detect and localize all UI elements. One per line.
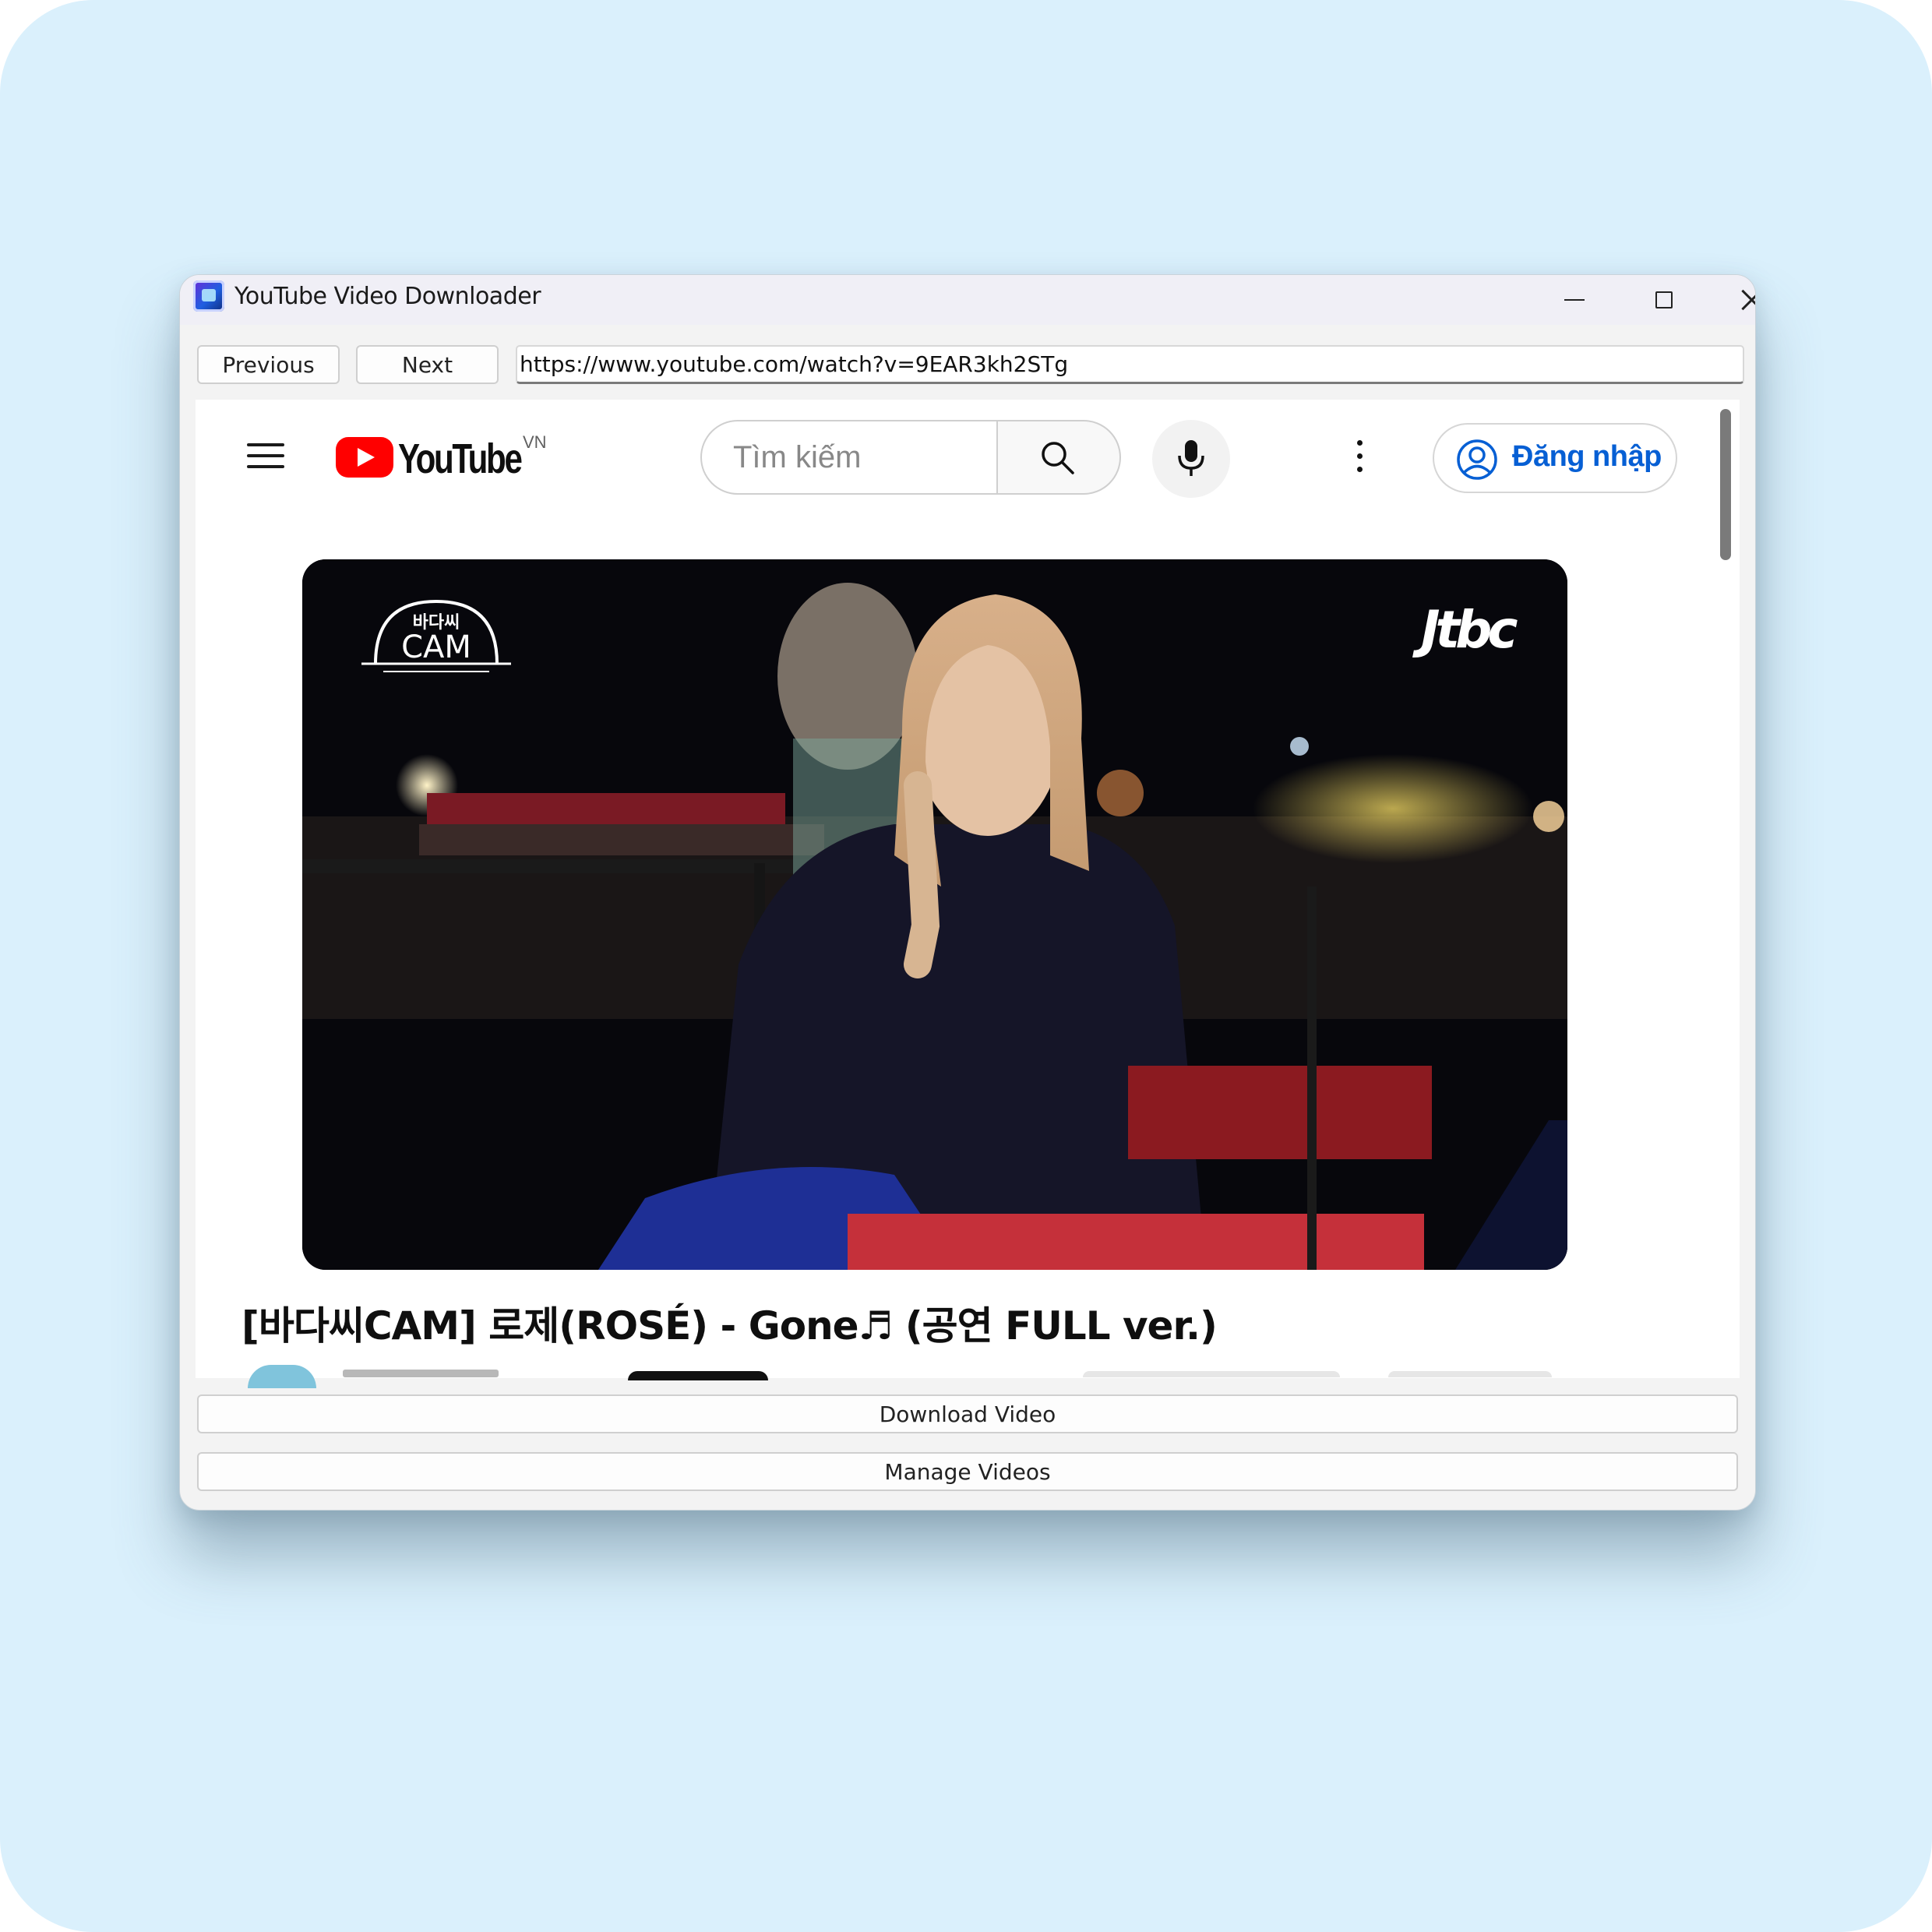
next-button[interactable]: Next [356, 345, 499, 384]
search-placeholder: Tìm kiếm [733, 440, 862, 474]
channel-name-partial [343, 1370, 499, 1377]
close-button[interactable] [1708, 275, 1755, 325]
sign-in-button[interactable]: Đăng nhập [1433, 423, 1677, 493]
url-input[interactable] [516, 345, 1744, 384]
channel-avatar[interactable] [248, 1365, 316, 1388]
share-actions-partial[interactable] [1388, 1371, 1552, 1377]
maximize-icon [1655, 291, 1673, 308]
search-button[interactable] [996, 420, 1121, 495]
manage-videos-button[interactable]: Manage Videos [197, 1452, 1738, 1491]
window-title: YouTube Video Downloader [234, 283, 541, 310]
minimize-button[interactable] [1532, 275, 1617, 325]
previous-button[interactable]: Previous [197, 345, 340, 384]
country-code: VN [523, 432, 547, 452]
maximize-button[interactable] [1621, 275, 1707, 325]
more-vertical-icon[interactable] [1355, 440, 1364, 474]
app-icon [193, 280, 224, 312]
minimize-icon [1564, 299, 1585, 301]
subscribe-button-partial[interactable] [628, 1371, 768, 1380]
video-title[interactable]: [바다씨CAM] 로제(ROSÉ) - Gone♬ (공연 FULL ver.) [242, 1295, 1218, 1351]
cam-channel-logo: 바다씨 CAM [361, 599, 511, 672]
like-actions-partial[interactable] [1083, 1371, 1340, 1377]
title-bar[interactable]: YouTube Video Downloader [180, 275, 1755, 325]
close-icon [1740, 288, 1755, 312]
jtbc-logo: Jtbc [1421, 600, 1518, 660]
svg-text:CAM: CAM [401, 629, 471, 665]
scrollbar-track[interactable] [1710, 400, 1740, 1378]
video-player[interactable]: 바다씨 CAM Jtbc [302, 559, 1567, 1270]
download-video-button[interactable]: Download Video [197, 1394, 1738, 1433]
search-icon [1042, 442, 1074, 474]
user-account-icon [1457, 439, 1497, 480]
voice-search-button[interactable] [1152, 420, 1230, 498]
sign-in-label: Đăng nhập [1512, 440, 1662, 473]
youtube-play-icon [336, 437, 393, 478]
search-input[interactable]: Tìm kiếm [700, 420, 998, 495]
youtube-logo[interactable]: YouTube VN [336, 432, 554, 482]
scrollbar-thumb[interactable] [1720, 409, 1731, 560]
hamburger-menu-icon[interactable] [247, 440, 284, 471]
microphone-icon [1178, 440, 1204, 476]
youtube-wordmark: YouTube [398, 435, 523, 482]
